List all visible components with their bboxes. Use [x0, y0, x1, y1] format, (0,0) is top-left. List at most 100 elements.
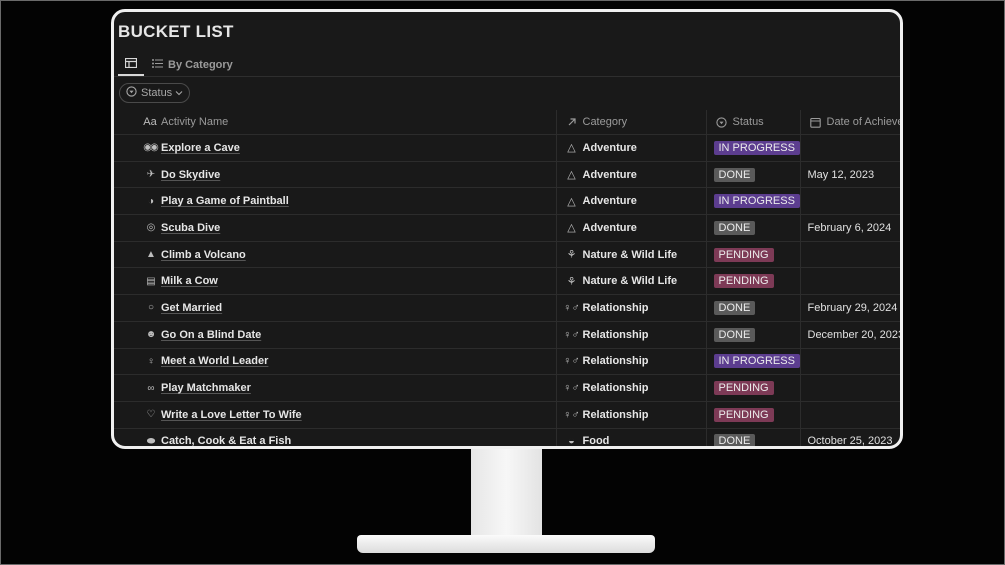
date-cell[interactable]: February 6, 2024	[799, 214, 900, 242]
activity-name[interactable]: Play Matchmaker	[161, 382, 251, 394]
status-filter-chip[interactable]: Status	[119, 83, 191, 103]
activity-name-cell[interactable]: ◎ Scuba Dive	[114, 214, 556, 242]
activity-name-cell[interactable]: ▤ Milk a Cow	[114, 267, 556, 296]
category-label[interactable]: Relationship	[583, 355, 649, 367]
table-row[interactable]: ○ Get Married ♀♂ Relationship DONE February 2…	[114, 294, 900, 322]
status-badge: IN PROGRESS	[713, 140, 800, 155]
category-cell[interactable]: ⚘ Nature & Wild Life	[555, 241, 706, 269]
date-cell[interactable]	[799, 401, 900, 429]
category-cell[interactable]: ♀♂ Relationship	[555, 321, 706, 349]
category-label[interactable]: Adventure	[583, 142, 637, 154]
column-header-activity-name[interactable]: Aa Activity Name	[114, 110, 556, 135]
status-cell[interactable]: DONE	[705, 214, 800, 242]
date-cell[interactable]: February 29, 2024	[799, 294, 900, 322]
date-cell[interactable]: October 25, 2023	[799, 428, 900, 446]
category-label[interactable]: Relationship	[583, 302, 649, 314]
activity-name[interactable]: Go On a Blind Date	[161, 329, 261, 341]
category-label[interactable]: Relationship	[583, 382, 649, 394]
activity-name[interactable]: Explore a Cave	[161, 142, 240, 154]
status-cell[interactable]: DONE	[705, 294, 800, 322]
status-cell[interactable]: PENDING	[705, 267, 800, 296]
status-cell[interactable]: IN PROGRESS	[705, 348, 800, 376]
status-cell[interactable]: PENDING	[705, 374, 800, 402]
activity-name-cell[interactable]: ✈ Do Skydive	[114, 161, 556, 189]
table-row[interactable]: ▤ Milk a Cow ⚘ Nature & Wild Life PENDING	[114, 267, 900, 296]
activity-name-cell[interactable]: ☻ Go On a Blind Date	[114, 321, 556, 349]
date-cell[interactable]	[799, 241, 900, 269]
category-label[interactable]: Food	[583, 435, 610, 446]
category-cell[interactable]: △ Adventure	[555, 214, 706, 242]
table-row[interactable]: ◉◉ Explore a Cave △ Adventure IN PROGRESS	[114, 134, 900, 162]
activity-name-cell[interactable]: ∞ Play Matchmaker	[114, 374, 556, 402]
goggles-icon: ◎	[146, 222, 156, 234]
category-cell[interactable]: ◒ Food	[555, 428, 706, 446]
table-row[interactable]: ▲ Climb a Volcano ⚘ Nature & Wild Life PENDI…	[114, 241, 900, 269]
column-header-status[interactable]: Status	[705, 110, 800, 135]
activity-name[interactable]: Scuba Dive	[161, 222, 220, 234]
status-icon	[714, 116, 730, 128]
activity-name[interactable]: Climb a Volcano	[161, 249, 246, 261]
mountain-icon: △	[567, 142, 576, 155]
couple-icon: ♀♂	[563, 328, 580, 341]
category-cell[interactable]: ♀♂ Relationship	[555, 401, 706, 429]
activity-name[interactable]: Meet a World Leader	[161, 355, 268, 367]
column-header-category[interactable]: Category	[555, 110, 706, 135]
date-cell[interactable]	[799, 134, 900, 162]
table-row[interactable]: ◑ Play a Game of Paintball △ Adventure IN PR…	[114, 187, 900, 216]
table-row[interactable]: ✈ Do Skydive △ Adventure DONE May 12, 2023	[114, 161, 900, 189]
category-cell[interactable]: ♀♂ Relationship	[555, 348, 706, 376]
date-cell[interactable]	[799, 187, 900, 216]
column-header-date[interactable]: Date of Achieve	[799, 110, 900, 135]
status-cell[interactable]: PENDING	[705, 241, 800, 269]
activity-name-cell[interactable]: ◉◉ Explore a Cave	[114, 134, 556, 162]
activity-name-cell[interactable]: ▲ Climb a Volcano	[114, 241, 556, 269]
category-cell[interactable]: ♀♂ Relationship	[555, 294, 706, 322]
status-cell[interactable]: PENDING	[705, 401, 800, 429]
activity-name[interactable]: Catch, Cook & Eat a Fish	[161, 435, 291, 446]
activity-name[interactable]: Get Married	[161, 302, 222, 314]
category-label[interactable]: Relationship	[583, 409, 649, 421]
table-row[interactable]: ♀ Meet a World Leader ♀♂ Relationship IN PRO…	[114, 348, 900, 376]
activity-name[interactable]: Do Skydive	[161, 169, 220, 181]
category-label[interactable]: Relationship	[583, 329, 649, 341]
table-row[interactable]: ⬬ Catch, Cook & Eat a Fish ◒ Food DONE Octobe…	[114, 428, 900, 446]
date-cell[interactable]	[799, 374, 900, 402]
category-label[interactable]: Nature & Wild Life	[583, 249, 678, 261]
status-cell[interactable]: IN PROGRESS	[705, 134, 800, 162]
category-cell[interactable]: △ Adventure	[555, 187, 706, 216]
link-icon: ∞	[147, 382, 154, 394]
activity-name-cell[interactable]: ⬬ Catch, Cook & Eat a Fish	[114, 428, 556, 446]
date-cell[interactable]: December 20, 2023	[799, 321, 900, 349]
view-tabs: By Category	[118, 54, 233, 76]
status-cell[interactable]: IN PROGRESS	[705, 187, 800, 216]
table-row[interactable]: ∞ Play Matchmaker ♀♂ Relationship PENDING	[114, 374, 900, 402]
page-title: BUCKET LIST	[118, 22, 234, 41]
category-cell[interactable]: ⚘ Nature & Wild Life	[555, 267, 706, 296]
category-cell[interactable]: △ Adventure	[555, 134, 706, 162]
activity-name[interactable]: Play a Game of Paintball	[161, 195, 289, 207]
activity-name-cell[interactable]: ○ Get Married	[114, 294, 556, 322]
table-row[interactable]: ♡ Write a Love Letter To Wife ♀♂ Relationsh…	[114, 401, 900, 429]
heart-icon: ♡	[146, 409, 156, 421]
status-cell[interactable]: DONE	[705, 428, 800, 446]
activity-name[interactable]: Milk a Cow	[161, 275, 218, 287]
category-cell[interactable]: △ Adventure	[555, 161, 706, 189]
category-label[interactable]: Adventure	[583, 222, 637, 234]
table-row[interactable]: ☻ Go On a Blind Date ♀♂ Relationship DONE Dec…	[114, 321, 900, 349]
tab-by-category[interactable]: By Category	[152, 54, 233, 76]
category-cell[interactable]: ♀♂ Relationship	[555, 374, 706, 402]
date-cell[interactable]	[799, 348, 900, 376]
category-label[interactable]: Adventure	[583, 169, 637, 181]
date-cell[interactable]: May 12, 2023	[799, 161, 900, 189]
activity-name-cell[interactable]: ♀ Meet a World Leader	[114, 348, 556, 376]
tab-table-view[interactable]	[118, 54, 144, 76]
status-cell[interactable]: DONE	[705, 161, 800, 189]
category-label[interactable]: Nature & Wild Life	[583, 275, 678, 287]
activity-name-cell[interactable]: ◑ Play a Game of Paintball	[114, 187, 556, 216]
activity-name-cell[interactable]: ♡ Write a Love Letter To Wife	[114, 401, 556, 429]
status-cell[interactable]: DONE	[705, 321, 800, 349]
date-cell[interactable]	[799, 267, 900, 296]
activity-name[interactable]: Write a Love Letter To Wife	[161, 409, 302, 421]
table-row[interactable]: ◎ Scuba Dive △ Adventure DONE February 6, 202…	[114, 214, 900, 242]
category-label[interactable]: Adventure	[583, 195, 637, 207]
